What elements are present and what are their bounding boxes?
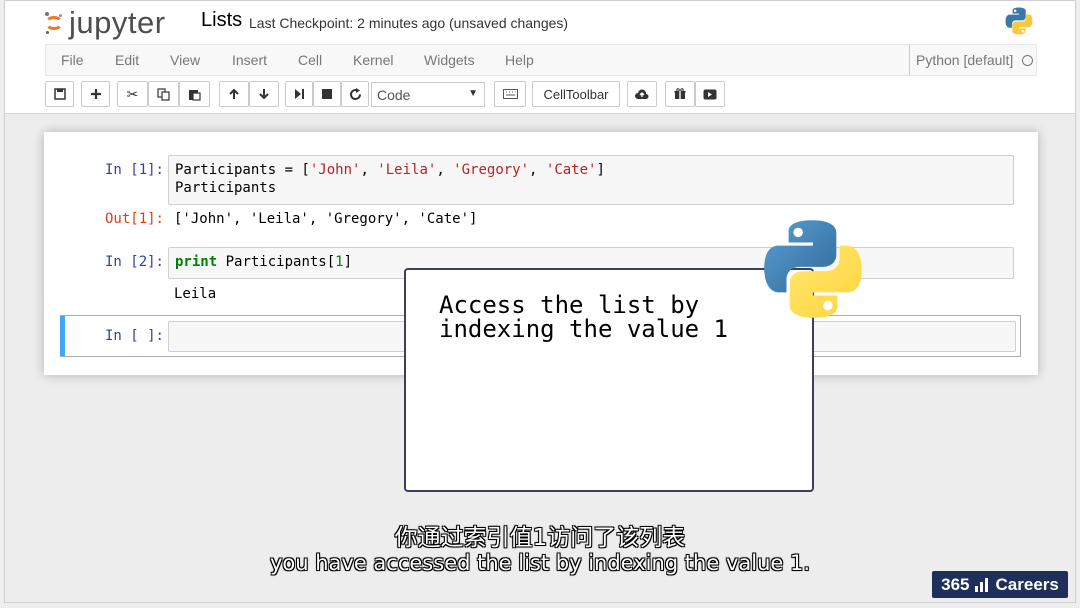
code-string: 'Leila' [377, 162, 437, 178]
gift-icon [674, 88, 686, 99]
menu-view[interactable]: View [170, 52, 200, 68]
kernel-idle-icon [1022, 54, 1034, 66]
save-icon [53, 88, 66, 100]
gift-button[interactable] [665, 81, 695, 107]
menu-file[interactable]: File [61, 52, 84, 68]
kernel-name: Python [default] [916, 52, 1014, 68]
cut-button[interactable]: ✂ [117, 81, 148, 107]
code-cell-input[interactable]: Participants = ['John', 'Leila', 'Gregor… [168, 155, 1014, 205]
celltoolbar-button[interactable]: CellToolbar [532, 81, 620, 107]
code-keyword: print [175, 254, 218, 270]
interrupt-kernel-button[interactable] [313, 81, 341, 107]
bar-chart-icon [974, 577, 990, 592]
notebook-header: jupyter Lists Last Checkpoint: 2 minutes… [5, 1, 1075, 114]
restart-icon [349, 87, 361, 100]
output-prompt: Out[1]: [104, 211, 164, 227]
subtitle-chinese: 你通过索引值1访问了该列表 [394, 525, 686, 552]
restart-kernel-button[interactable] [341, 81, 369, 107]
video-play-icon [703, 89, 717, 99]
chevron-down-icon: ▼ [468, 88, 478, 99]
save-button[interactable] [45, 81, 74, 107]
input-prompt: In [1]: [104, 162, 164, 178]
menu-kernel[interactable]: Kernel [353, 52, 393, 68]
subtitle-english: you have accessed the list by indexing t… [269, 551, 811, 576]
move-down-button[interactable] [249, 81, 279, 107]
slideshow-button[interactable] [695, 81, 725, 107]
cell-type-value: Code [377, 86, 411, 103]
add-icon [90, 89, 101, 99]
input-prompt: In [ ]: [104, 328, 164, 344]
jupyter-logo-icon [43, 12, 65, 34]
cloud-upload-icon [635, 89, 649, 99]
menu-insert[interactable]: Insert [232, 52, 267, 68]
paste-icon [189, 89, 201, 101]
keyboard-icon [502, 89, 518, 99]
checkpoint-status: Last Checkpoint: 2 minutes ago (unsaved … [249, 15, 569, 31]
code-text: Participants = [ [175, 162, 310, 178]
python-logo-icon [1005, 7, 1033, 35]
brand-number: 365 [941, 574, 970, 594]
input-prompt: In [2]: [104, 254, 164, 270]
cell-type-select[interactable]: Code ▼ [371, 82, 485, 107]
upload-button[interactable] [627, 81, 657, 107]
add-cell-button[interactable] [81, 81, 110, 107]
copy-button[interactable] [148, 81, 179, 107]
brand-badge: 365 Careers [932, 571, 1068, 598]
cut-icon: ✂ [126, 85, 139, 102]
run-icon [295, 89, 304, 99]
command-palette-button[interactable] [494, 81, 526, 107]
jupyter-logo[interactable]: jupyter [43, 5, 166, 41]
code-number: 1 [335, 254, 344, 270]
menu-help[interactable]: Help [505, 52, 534, 68]
code-text: Participants[ [217, 254, 336, 270]
move-up-button[interactable] [219, 81, 249, 107]
stop-icon [322, 89, 332, 99]
brand-name: Careers [995, 574, 1059, 594]
code-text: ] [343, 254, 353, 270]
run-cell-button[interactable] [285, 81, 313, 107]
menu-cell[interactable]: Cell [298, 52, 322, 68]
menu-edit[interactable]: Edit [115, 52, 139, 68]
move-up-icon [229, 88, 239, 99]
cell-output: Leila [174, 286, 217, 302]
code-string: 'John' [309, 162, 361, 178]
notebook-title[interactable]: Lists [201, 9, 242, 32]
code-string: 'Gregory' [453, 162, 530, 178]
code-string: 'Cate' [545, 162, 597, 178]
menu-widgets[interactable]: Widgets [424, 52, 475, 68]
move-down-icon [259, 89, 269, 100]
code-text: Participants [175, 180, 277, 196]
paste-button[interactable] [179, 81, 210, 107]
menubar: File Edit View Insert Cell Kernel Widget… [45, 44, 1037, 76]
callout-text: Access the list by indexing the value 1 [439, 293, 728, 341]
copy-icon [157, 87, 170, 101]
annotation-callout: Access the list by indexing the value 1 [404, 268, 814, 492]
kernel-indicator[interactable]: Python [default] [909, 45, 1034, 75]
jupyter-logo-text: jupyter [69, 5, 166, 40]
python-logo-icon [764, 220, 862, 318]
callout-line: indexing the value 1 [439, 315, 728, 343]
cell-output: ['John', 'Leila', 'Gregory', 'Cate'] [174, 211, 478, 227]
celltoolbar-label: CellToolbar [543, 86, 609, 102]
